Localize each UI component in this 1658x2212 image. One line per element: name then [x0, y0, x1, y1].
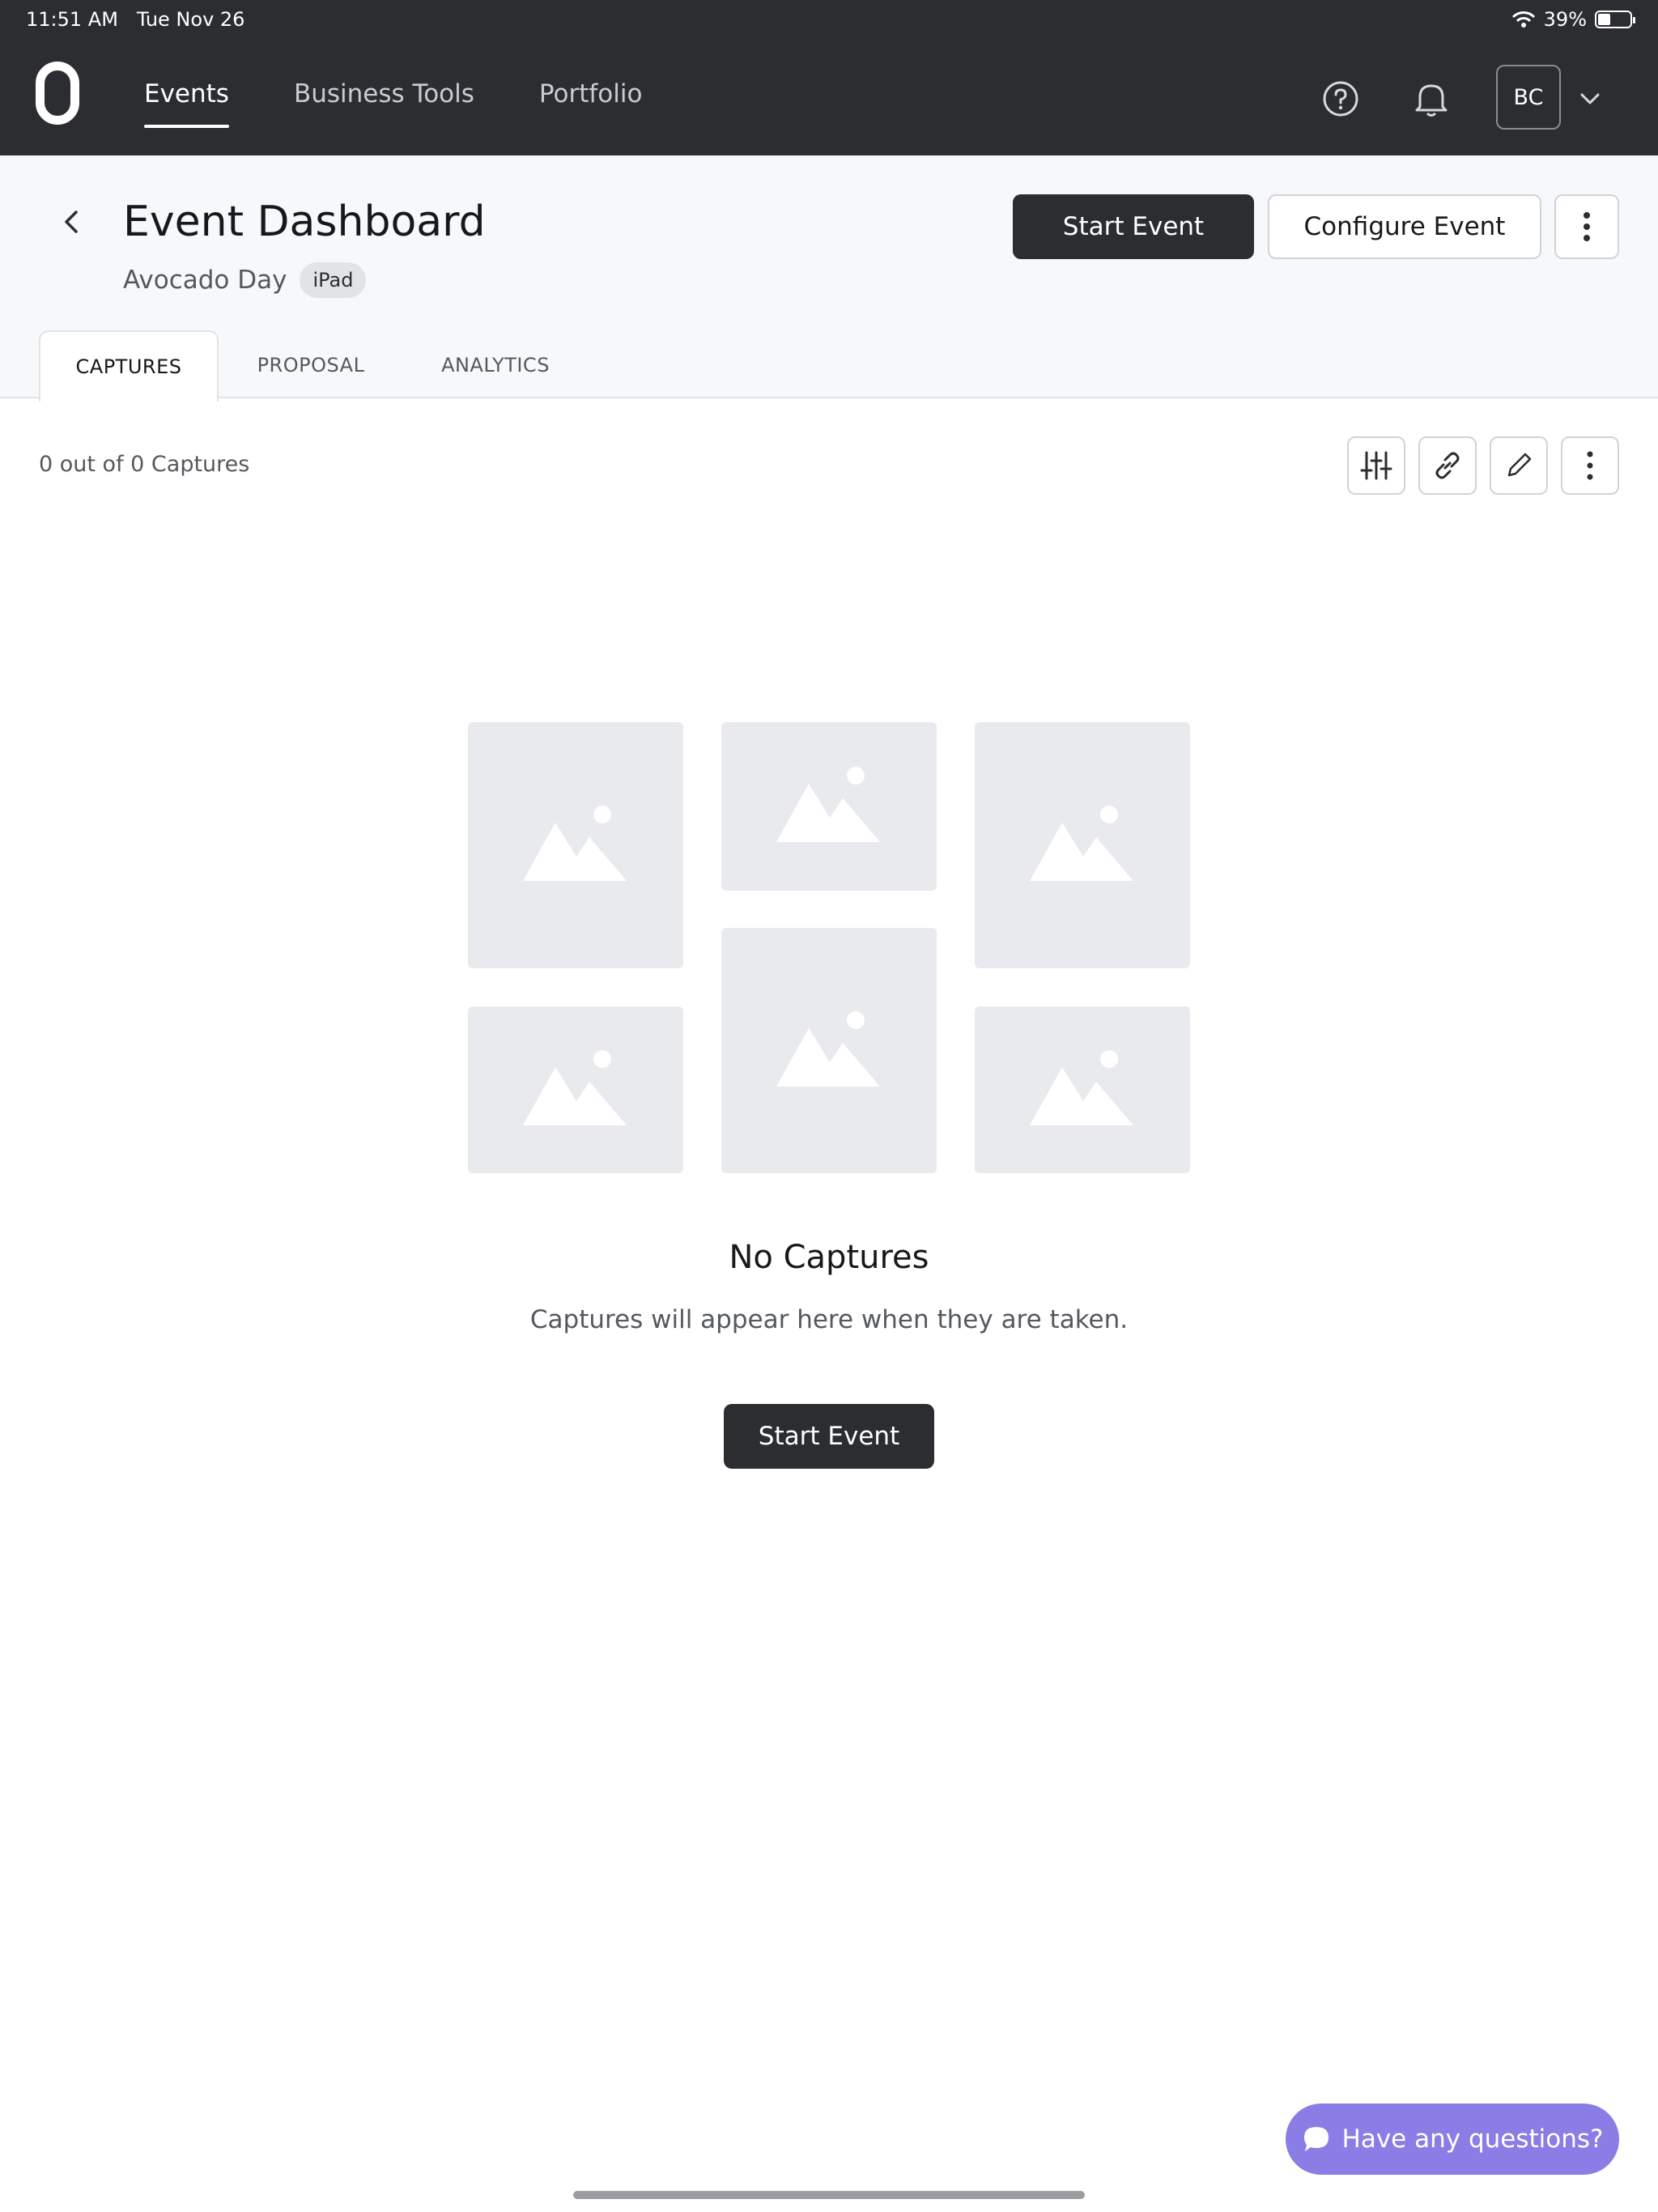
wifi-icon: [1511, 11, 1535, 28]
top-app-bar: 11:51 AM Tue Nov 26 39% Events Business …: [0, 0, 1658, 155]
tab-captures[interactable]: CAPTURES: [39, 330, 219, 402]
battery-icon: [1595, 11, 1635, 28]
home-indicator[interactable]: [573, 2191, 1085, 2199]
nav-item-events[interactable]: Events: [144, 79, 229, 128]
page-title: Event Dashboard: [123, 198, 486, 246]
tab-analytics[interactable]: ANALYTICS: [403, 330, 588, 400]
event-name: Avocado Day: [123, 266, 287, 295]
image-placeholder-icon: [468, 1006, 683, 1173]
nav-item-business-tools[interactable]: Business Tools: [294, 79, 474, 128]
avatar[interactable]: BC: [1496, 65, 1561, 130]
start-event-button[interactable]: Start Event: [1013, 194, 1254, 259]
status-indicators: 39%: [1511, 8, 1635, 31]
event-subtitle: Avocado Day iPad: [123, 262, 367, 298]
image-placeholder-icon: [721, 722, 937, 891]
capture-count: 0 out of 0 Captures: [39, 452, 250, 477]
device-badge: iPad: [300, 262, 367, 298]
sliders-icon[interactable]: [1347, 436, 1405, 495]
empty-start-event-button[interactable]: Start Event: [724, 1404, 934, 1469]
image-placeholder-icon: [468, 722, 683, 968]
chat-help-button[interactable]: Have any questions?: [1286, 2104, 1619, 2175]
tab-bar: CAPTURES PROPOSAL ANALYTICS: [39, 330, 588, 402]
link-icon[interactable]: [1418, 436, 1477, 495]
help-icon[interactable]: [1318, 76, 1363, 121]
back-arrow-icon[interactable]: [53, 204, 89, 240]
chevron-down-icon[interactable]: [1567, 76, 1613, 121]
bell-icon[interactable]: [1409, 76, 1454, 121]
status-time: 11:51 AM Tue Nov 26: [26, 8, 245, 31]
image-placeholder-icon: [975, 722, 1190, 968]
configure-event-button[interactable]: Configure Event: [1268, 194, 1541, 259]
image-placeholder-icon: [975, 1006, 1190, 1173]
battery-percent: 39%: [1543, 8, 1587, 31]
app-logo[interactable]: [36, 62, 79, 125]
main-nav: Events Business Tools Portfolio: [144, 79, 707, 128]
empty-state-title: No Captures: [729, 1239, 929, 1276]
chat-label: Have any questions?: [1341, 2125, 1604, 2154]
tab-proposal[interactable]: PROPOSAL: [219, 330, 403, 400]
chat-bubble-icon: [1303, 2127, 1329, 2151]
empty-state-message: Captures will appear here when they are …: [529, 1305, 1129, 1334]
nav-item-portfolio[interactable]: Portfolio: [539, 79, 643, 128]
event-header: Event Dashboard Avocado Day iPad Start E…: [0, 155, 1658, 402]
more-vertical-icon[interactable]: [1554, 194, 1619, 259]
more-vertical-icon[interactable]: [1561, 436, 1619, 495]
pencil-icon[interactable]: [1490, 436, 1548, 495]
image-placeholder-icon: [721, 928, 937, 1173]
